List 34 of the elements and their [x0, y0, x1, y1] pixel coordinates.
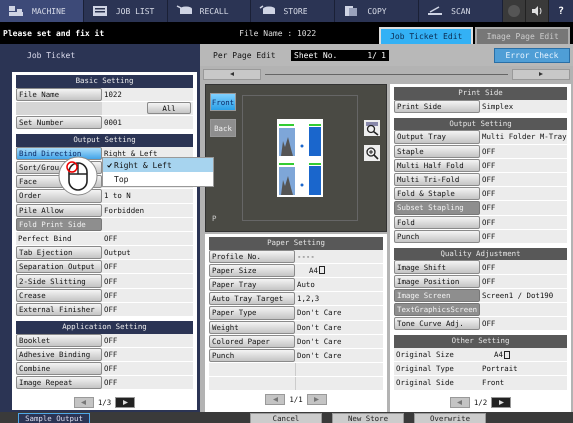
zoom-in-icon[interactable] — [364, 145, 380, 161]
right-arrow-icon — [122, 400, 128, 405]
previous-page-button[interactable] — [74, 396, 94, 408]
status-message: Please set and fix it — [3, 28, 106, 38]
database-icon — [259, 5, 276, 17]
left-arrow-icon — [81, 400, 86, 405]
left-arrow-icon — [457, 400, 462, 406]
previous-page-button[interactable] — [265, 394, 286, 405]
right-arrow-icon — [498, 400, 504, 406]
zoom-page-icon[interactable] — [364, 120, 380, 136]
edit-tab[interactable]: Job Ticket Edit — [378, 27, 474, 44]
per-page-edit-label: Per Page Edit — [213, 50, 277, 60]
speaker-icon[interactable] — [530, 6, 543, 16]
portrait-page-icon — [504, 350, 510, 359]
check-icon — [107, 162, 112, 168]
dropdown-option[interactable]: Right & Left — [103, 158, 213, 172]
copy-icon — [343, 5, 360, 17]
scanner-icon — [427, 5, 444, 17]
next-page-button[interactable] — [491, 397, 512, 408]
sheet-number-field: Sheet No. 1/ 1 — [291, 50, 389, 60]
left-arrow-icon — [230, 72, 234, 76]
machine-icon — [8, 5, 24, 17]
nav-tab[interactable]: MACHINE — [0, 0, 84, 22]
portrait-page-icon — [318, 266, 325, 274]
left-arrow-icon — [272, 396, 278, 402]
database-icon — [176, 5, 192, 17]
file-name: File Name : 1022 — [239, 28, 318, 38]
right-arrow-icon — [539, 72, 543, 76]
list-icon — [92, 5, 108, 17]
previous-page-button[interactable] — [450, 397, 470, 408]
panel-title: Job Ticket — [27, 50, 76, 60]
dropdown-option[interactable]: Top — [103, 172, 213, 186]
next-page-button[interactable] — [115, 396, 136, 408]
right-arrow-icon — [314, 396, 320, 402]
